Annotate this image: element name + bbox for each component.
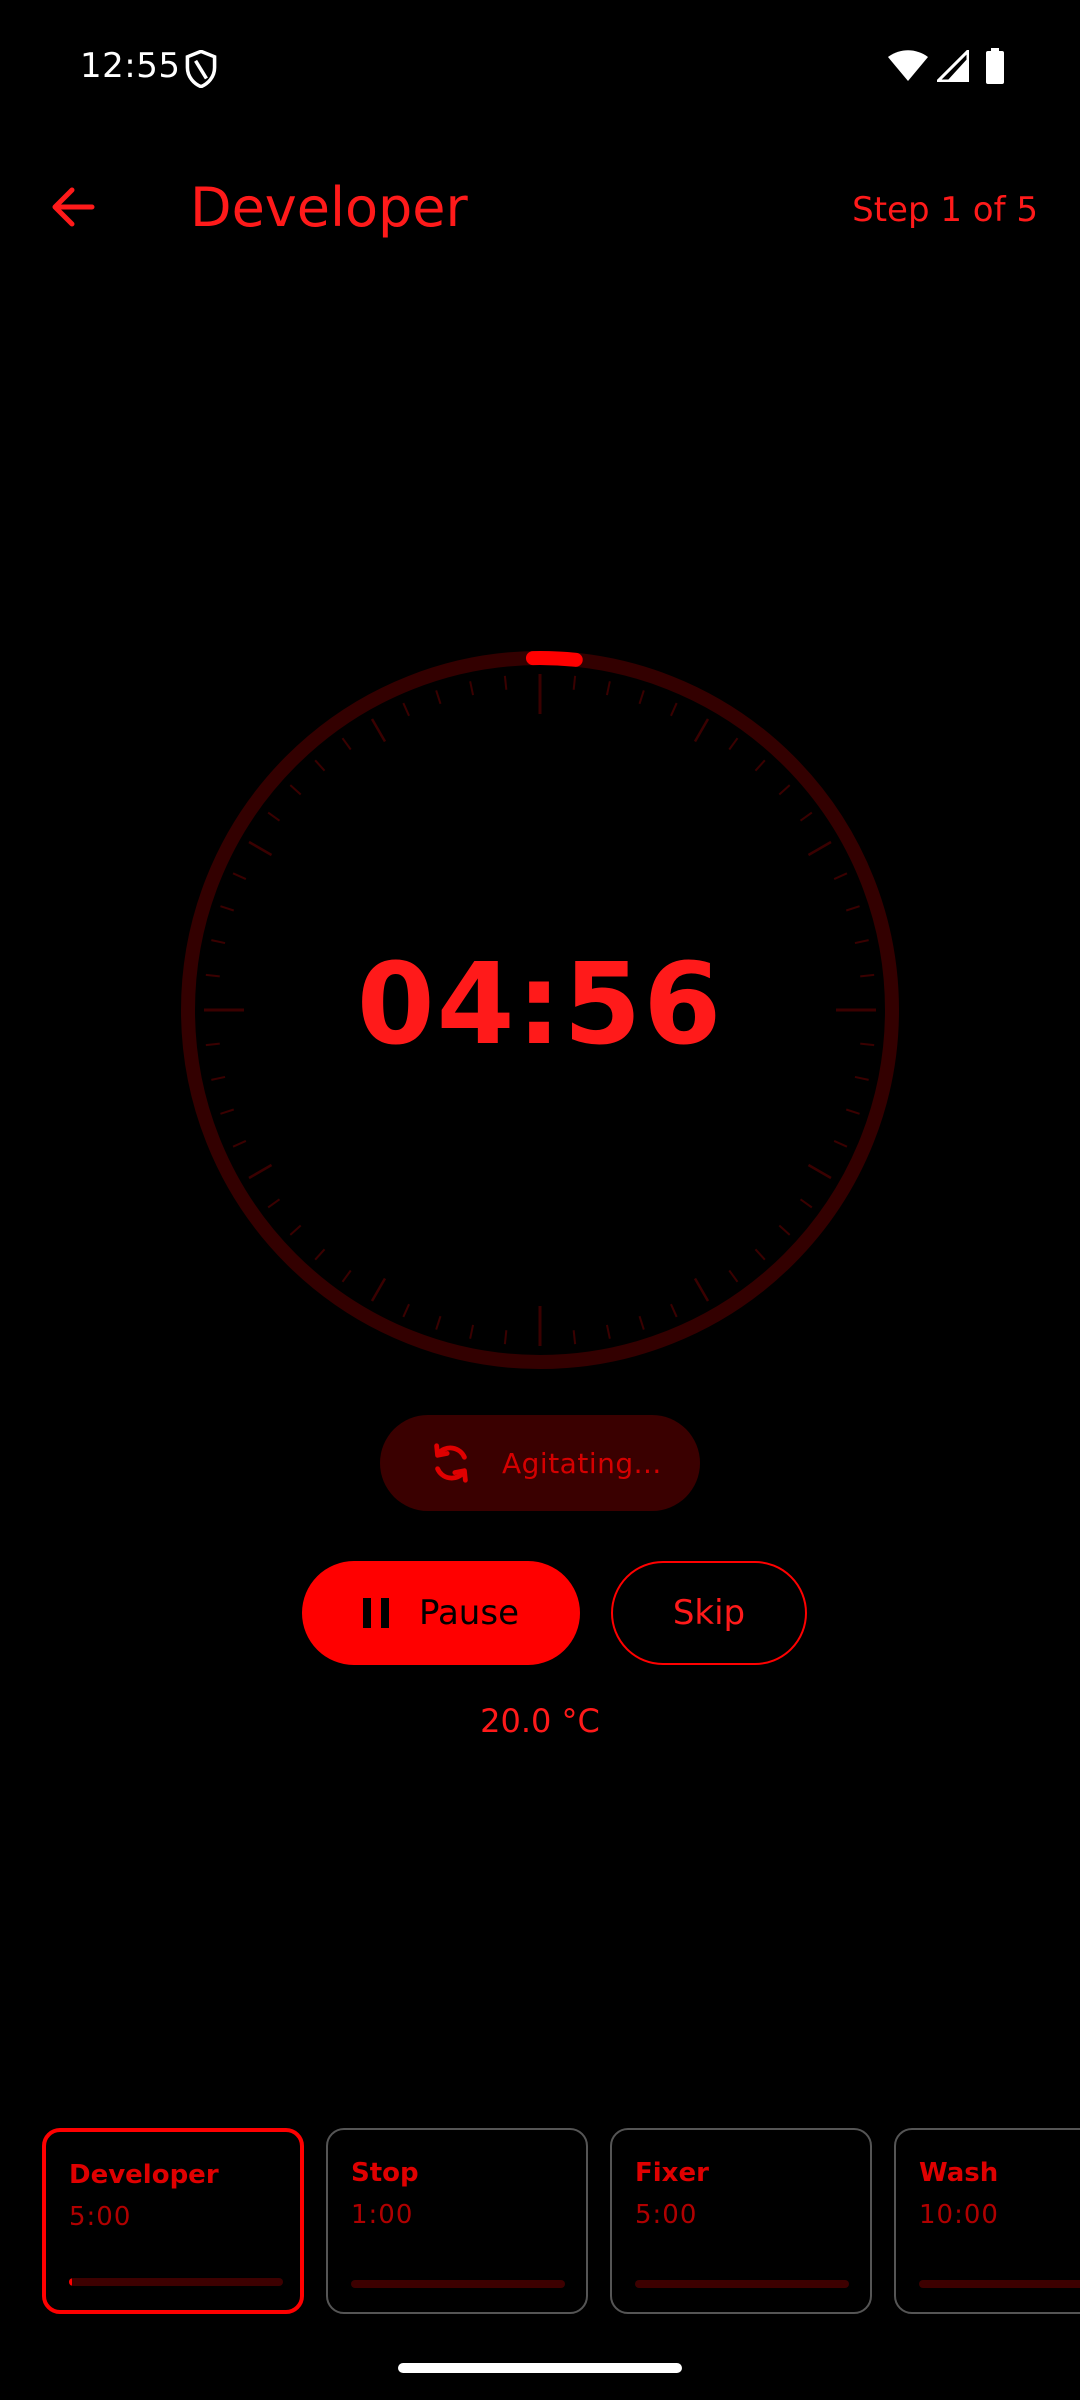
dial-tick bbox=[778, 1224, 791, 1236]
dial-tick bbox=[693, 1277, 710, 1302]
step-card-wash[interactable]: Wash 10:00 bbox=[894, 2128, 1080, 2314]
dial-tick bbox=[503, 1330, 508, 1345]
dial-tick bbox=[341, 737, 352, 751]
dial-tick bbox=[572, 1330, 577, 1345]
dial-tick bbox=[289, 1224, 302, 1236]
dial-tick bbox=[314, 759, 326, 772]
step-duration: 10:00 bbox=[919, 2200, 999, 2230]
step-name: Wash bbox=[919, 2158, 999, 2188]
dial-tick bbox=[799, 811, 813, 822]
dial-tick bbox=[833, 1140, 848, 1148]
dial-tick bbox=[469, 681, 475, 696]
step-duration: 1:00 bbox=[351, 2200, 414, 2230]
dial-tick bbox=[370, 1277, 387, 1302]
dial-tick bbox=[728, 1269, 739, 1283]
dial-tick bbox=[402, 702, 410, 717]
step-progress-fill bbox=[69, 2278, 72, 2286]
dial-tick bbox=[267, 1198, 281, 1209]
dial-tick bbox=[693, 718, 710, 743]
dial-tick bbox=[807, 840, 832, 857]
dial-tick bbox=[845, 905, 860, 912]
dial-tick bbox=[469, 1324, 475, 1339]
agitation-status: Agitating... bbox=[380, 1415, 700, 1511]
dial-tick bbox=[605, 1324, 611, 1339]
dial-tick bbox=[845, 1108, 860, 1115]
dial-tick bbox=[670, 702, 678, 717]
step-name: Developer bbox=[69, 2160, 219, 2190]
skip-button[interactable]: Skip bbox=[611, 1561, 807, 1665]
dial-tick bbox=[232, 1140, 247, 1148]
dial-tick bbox=[854, 1075, 869, 1081]
dial-tick bbox=[220, 1108, 235, 1115]
dial-tick bbox=[638, 690, 645, 705]
dial-tick bbox=[211, 1075, 226, 1081]
home-indicator[interactable] bbox=[398, 2363, 682, 2373]
dial-tick bbox=[370, 718, 387, 743]
signal-icon bbox=[937, 50, 969, 82]
dial-tick bbox=[248, 840, 273, 857]
dial-tick bbox=[341, 1269, 352, 1283]
dial-tick bbox=[754, 759, 766, 772]
skip-label: Skip bbox=[672, 1593, 746, 1633]
dial-tick bbox=[605, 681, 611, 696]
step-duration: 5:00 bbox=[635, 2200, 698, 2230]
step-progress-bar bbox=[919, 2280, 1080, 2288]
pause-button[interactable]: Pause bbox=[302, 1561, 580, 1665]
timer-readout: 04:56 bbox=[356, 940, 724, 1070]
dial-tick bbox=[754, 1248, 766, 1261]
status-bar: 12:55 bbox=[0, 0, 1080, 132]
arrow-left-icon[interactable] bbox=[48, 182, 98, 232]
dial-progress-arc bbox=[525, 651, 583, 667]
dial-tick bbox=[248, 1163, 273, 1180]
step-progress-bar bbox=[69, 2278, 283, 2286]
wifi-icon bbox=[888, 50, 928, 81]
dial-tick bbox=[220, 905, 235, 912]
dial-tick bbox=[232, 872, 247, 880]
step-name: Stop bbox=[351, 2158, 419, 2188]
step-duration: 5:00 bbox=[69, 2202, 132, 2232]
dial-tick bbox=[807, 1163, 832, 1180]
dial-tick bbox=[267, 811, 281, 822]
dial-tick bbox=[402, 1303, 410, 1318]
dial-tick bbox=[728, 737, 739, 751]
step-name: Fixer bbox=[635, 2158, 709, 2188]
step-indicator: Step 1 of 5 bbox=[852, 190, 1038, 230]
dial-tick bbox=[670, 1303, 678, 1318]
dial-tick bbox=[435, 1315, 442, 1330]
step-progress-bar bbox=[351, 2280, 565, 2288]
step-card-fixer[interactable]: Fixer 5:00 bbox=[610, 2128, 872, 2314]
pause-label: Pause bbox=[419, 1593, 519, 1633]
dial-tick bbox=[289, 784, 302, 796]
dial-tick bbox=[572, 675, 577, 690]
shield-icon bbox=[185, 50, 217, 88]
step-card-developer[interactable]: Developer 5:00 bbox=[42, 2128, 304, 2314]
battery-icon bbox=[986, 48, 1004, 84]
dial-tick bbox=[638, 1315, 645, 1330]
temperature-readout: 20.0 °C bbox=[480, 1702, 600, 1740]
dial-tick bbox=[833, 872, 848, 880]
step-card-stop[interactable]: Stop 1:00 bbox=[326, 2128, 588, 2314]
agitation-label: Agitating... bbox=[502, 1446, 662, 1480]
dial-tick bbox=[435, 690, 442, 705]
dial-tick bbox=[778, 784, 791, 796]
dial-tick bbox=[314, 1248, 326, 1261]
pause-icon bbox=[363, 1598, 389, 1628]
status-time: 12:55 bbox=[80, 46, 181, 86]
step-progress-bar bbox=[635, 2280, 849, 2288]
page-title: Developer bbox=[190, 176, 468, 239]
steps-list[interactable]: Developer 5:00 Stop 1:00 Fixer 5:00 Wash… bbox=[0, 2126, 1080, 2316]
dial-tick bbox=[503, 675, 508, 690]
dial-tick bbox=[799, 1198, 813, 1209]
sync-icon bbox=[434, 1443, 468, 1483]
